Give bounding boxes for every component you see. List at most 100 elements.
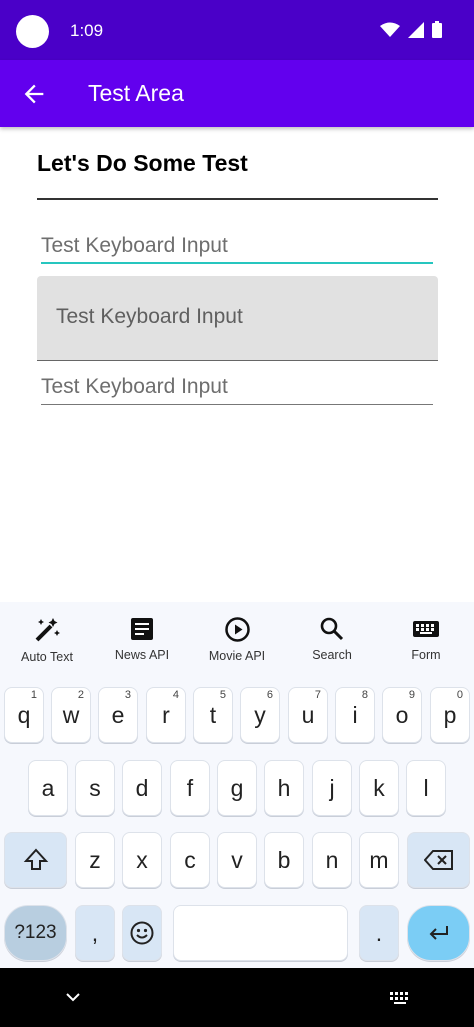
key-label: g xyxy=(230,774,244,801)
key-x[interactable]: x xyxy=(122,832,162,888)
keyboard-input-field-3[interactable]: Test Keyboard Input xyxy=(41,375,433,405)
hide-keyboard-chevron-icon[interactable] xyxy=(64,990,82,1004)
key-b[interactable]: b xyxy=(264,832,304,888)
emoji-key[interactable] xyxy=(122,905,162,961)
heading-divider xyxy=(37,198,438,200)
key-g[interactable]: g xyxy=(217,760,257,816)
soft-keyboard: Auto Text News API Movie API Search Form… xyxy=(0,602,474,968)
key-a[interactable]: a xyxy=(28,760,68,816)
enter-arrow-icon xyxy=(429,926,448,940)
system-icons xyxy=(380,21,442,38)
key-label: x xyxy=(136,846,148,873)
key-z[interactable]: z xyxy=(75,832,115,888)
key-label: w xyxy=(62,701,80,728)
backspace-icon xyxy=(423,850,453,870)
period-key[interactable]: . xyxy=(359,905,399,961)
news-api-label: News API xyxy=(114,648,170,662)
key-hint: 8 xyxy=(361,689,368,701)
key-w[interactable]: 2w xyxy=(51,687,91,743)
search-label: Search xyxy=(312,648,352,662)
comma-key[interactable]: , xyxy=(75,905,115,961)
key-hint: 0 xyxy=(456,689,463,701)
movie-api-tool[interactable]: Movie API xyxy=(190,616,284,663)
page-title: Test Area xyxy=(88,80,184,106)
news-api-tool[interactable]: News API xyxy=(95,616,189,662)
emoji-icon xyxy=(130,921,154,945)
app-bar: Test Area xyxy=(0,60,474,127)
key-c[interactable]: c xyxy=(170,832,210,888)
auto-text-tool[interactable]: Auto Text xyxy=(0,616,94,664)
key-f[interactable]: f xyxy=(170,760,210,816)
key-h[interactable]: h xyxy=(264,760,304,816)
key-r[interactable]: 4r xyxy=(146,687,186,743)
key-hint: 2 xyxy=(77,689,84,701)
key-label: s xyxy=(89,774,101,801)
status-time: 1:09 xyxy=(70,21,104,40)
key-label: j xyxy=(329,774,335,801)
key-label: c xyxy=(184,846,196,873)
keyboard-icon xyxy=(413,621,439,637)
key-label: p xyxy=(443,701,457,728)
key-e[interactable]: 3e xyxy=(98,687,138,743)
form-label: Form xyxy=(411,648,441,662)
key-u[interactable]: 7u xyxy=(288,687,328,743)
key-hint: 3 xyxy=(124,689,131,701)
search-tool[interactable]: Search xyxy=(285,616,379,662)
key-label: v xyxy=(231,846,243,873)
key-i[interactable]: 8i xyxy=(335,687,375,743)
key-label: o xyxy=(395,701,409,728)
key-label: a xyxy=(41,774,55,801)
key-j[interactable]: j xyxy=(312,760,352,816)
key-l[interactable]: l xyxy=(406,760,446,816)
key-label: b xyxy=(277,846,291,873)
key-label: k xyxy=(373,774,385,801)
key-hint: 4 xyxy=(172,689,179,701)
keyboard-input-field-1[interactable]: Test Keyboard Input xyxy=(41,234,433,264)
key-v[interactable]: v xyxy=(217,832,257,888)
key-y[interactable]: 6y xyxy=(240,687,280,743)
key-label: q xyxy=(17,701,31,728)
key-t[interactable]: 5t xyxy=(193,687,233,743)
key-label: t xyxy=(209,701,217,728)
status-bar: 1:09 xyxy=(0,0,474,60)
key-label: f xyxy=(186,774,194,801)
key-hint: 1 xyxy=(30,689,37,701)
key-q[interactable]: 1q xyxy=(4,687,44,743)
key-label: l xyxy=(423,774,429,801)
key-label: m xyxy=(369,846,389,873)
key-m[interactable]: m xyxy=(359,832,399,888)
wifi-icon xyxy=(380,22,400,37)
keyboard-toolbar: Auto Text News API Movie API Search Form xyxy=(0,602,474,682)
key-n[interactable]: n xyxy=(312,832,352,888)
keyboard-input-field-2[interactable]: Test Keyboard Input xyxy=(37,276,438,361)
shift-key[interactable] xyxy=(4,832,67,888)
key-label: n xyxy=(325,846,339,873)
key-label: i xyxy=(352,701,358,728)
navigation-bar xyxy=(0,968,474,1027)
key-hint: 6 xyxy=(266,689,273,701)
key-s[interactable]: s xyxy=(75,760,115,816)
magic-wand-icon xyxy=(35,618,60,642)
back-arrow-icon[interactable] xyxy=(20,80,48,108)
form-tool[interactable]: Form xyxy=(379,616,473,662)
key-label: d xyxy=(135,774,149,801)
symbols-key[interactable]: ?123 xyxy=(4,905,67,961)
backspace-key[interactable] xyxy=(407,832,470,888)
key-label: y xyxy=(254,701,266,728)
movie-api-label: Movie API xyxy=(208,649,266,663)
key-k[interactable]: k xyxy=(359,760,399,816)
shift-icon xyxy=(23,848,48,870)
key-label: z xyxy=(89,846,101,873)
key-d[interactable]: d xyxy=(122,760,162,816)
key-label: e xyxy=(111,701,125,728)
key-label: u xyxy=(301,701,315,728)
key-hint: 7 xyxy=(314,689,321,701)
key-p[interactable]: 0p xyxy=(430,687,470,743)
key-hint: 5 xyxy=(219,689,226,701)
keyboard-switch-icon[interactable] xyxy=(388,990,412,1006)
enter-key[interactable] xyxy=(407,905,470,961)
space-bar[interactable] xyxy=(173,905,348,961)
key-label: h xyxy=(277,774,291,801)
play-circle-icon xyxy=(224,617,250,642)
key-o[interactable]: 9o xyxy=(382,687,422,743)
